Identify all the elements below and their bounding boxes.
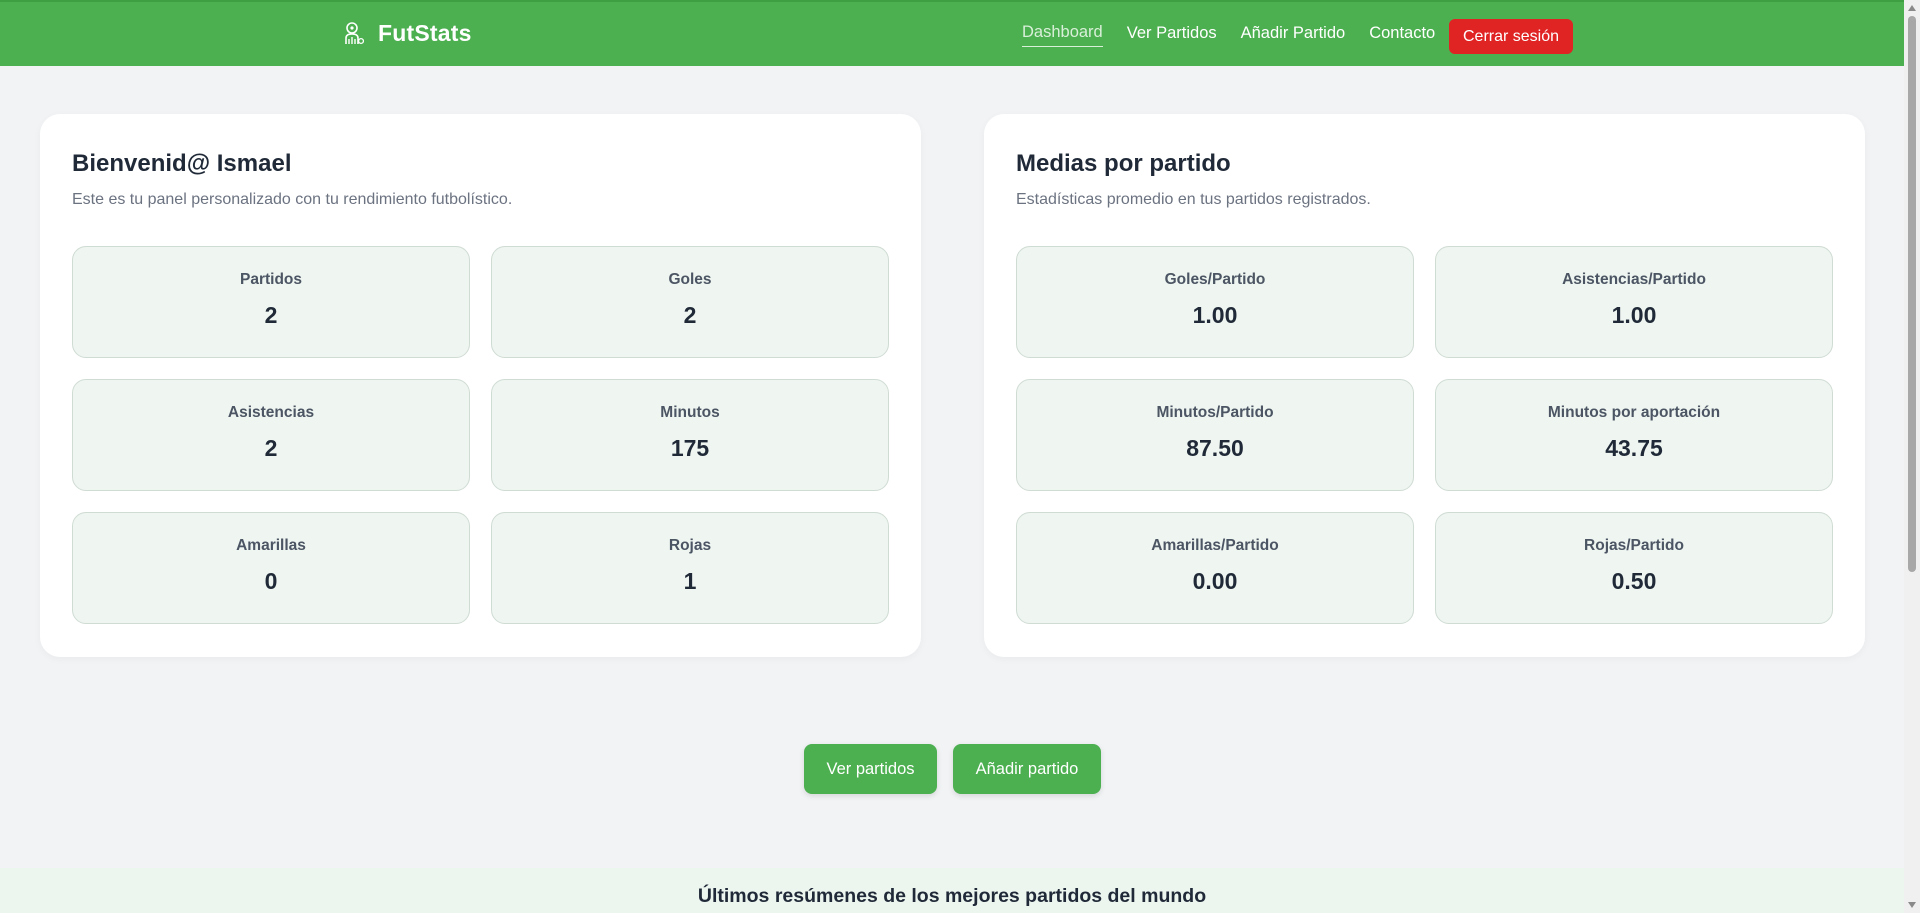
nav-link-ver-partidos[interactable]: Ver Partidos [1127,24,1217,47]
top-navbar: FutStats Dashboard Ver Partidos Añadir P… [0,0,1904,66]
stat-card-goles-partido: Goles/Partido 1.00 [1016,246,1414,358]
stat-value: 43.75 [1605,435,1663,461]
stat-label: Goles/Partido [1164,271,1266,288]
stat-card-minutos: Minutos 175 [491,379,889,491]
stat-value: 0.50 [1611,568,1657,594]
stat-card-goles: Goles 2 [491,246,889,358]
stat-label: Rojas [668,537,712,554]
stat-card-minutos-partido: Minutos/Partido 87.50 [1016,379,1414,491]
averages-stat-grid: Goles/Partido 1.00 Asistencias/Partido 1… [1016,246,1833,624]
averages-subtitle: Estadísticas promedio en tus partidos re… [1016,191,1371,208]
stat-label: Minutos [660,404,720,421]
scroll-up-arrow-icon[interactable] [1908,5,1916,11]
stat-value: 87.50 [1186,435,1244,461]
brand-name: FutStats [378,20,472,46]
welcome-panel: Bienvenid@ Ismael Este es tu panel perso… [40,114,921,657]
stat-label: Minutos/Partido [1156,404,1274,421]
highlights-section: Últimos resúmenes de los mejores partido… [0,868,1904,913]
stat-value: 2 [264,435,278,461]
welcome-subtitle: Este es tu panel personalizado con tu re… [72,191,513,208]
view-matches-button[interactable]: Ver partidos [804,744,937,794]
totals-stat-grid: Partidos 2 Goles 2 Asistencias 2 Minutos… [72,246,889,624]
stat-value: 2 [683,302,697,328]
stat-label: Rojas/Partido [1584,537,1684,554]
stat-label: Asistencias [227,404,315,421]
scrollbar-thumb[interactable] [1908,16,1916,572]
stat-label: Asistencias/Partido [1562,271,1706,288]
brand[interactable]: FutStats [342,20,472,47]
page-scrollbar[interactable] [1904,0,1920,913]
stat-label: Minutos por aportación [1547,404,1721,421]
stat-card-amarillas: Amarillas 0 [72,512,470,624]
stat-label: Amarillas/Partido [1151,537,1279,554]
nav-link-anadir-partido[interactable]: Añadir Partido [1241,24,1346,47]
highlights-title: Últimos resúmenes de los mejores partido… [697,885,1207,907]
stat-label: Goles [668,271,712,288]
football-player-icon [345,21,364,44]
stat-value: 175 [670,435,710,461]
add-match-button[interactable]: Añadir partido [953,744,1101,794]
stat-value: 1.00 [1611,302,1657,328]
stat-label: Amarillas [236,537,306,554]
stat-value: 2 [264,302,278,328]
averages-title: Medias por partido [1016,150,1231,177]
main-nav: Dashboard Ver Partidos Añadir Partido Co… [1022,23,1435,47]
stat-card-minutos-aportacion: Minutos por aportación 43.75 [1435,379,1833,491]
welcome-title: Bienvenid@ Ismael [72,150,292,177]
stat-card-amarillas-partido: Amarillas/Partido 0.00 [1016,512,1414,624]
nav-link-dashboard[interactable]: Dashboard [1022,23,1103,47]
stat-label: Partidos [239,271,302,288]
stat-card-asistencias-partido: Asistencias/Partido 1.00 [1435,246,1833,358]
scroll-down-arrow-icon[interactable] [1908,902,1916,908]
action-buttons: Ver partidos Añadir partido [804,744,1101,794]
stat-value: 1 [683,568,697,594]
stat-card-rojas: Rojas 1 [491,512,889,624]
stat-value: 1.00 [1192,302,1238,328]
stat-value: 0.00 [1192,568,1238,594]
averages-panel: Medias por partido Estadísticas promedio… [984,114,1865,657]
stat-card-rojas-partido: Rojas/Partido 0.50 [1435,512,1833,624]
stat-card-partidos: Partidos 2 [72,246,470,358]
stat-card-asistencias: Asistencias 2 [72,379,470,491]
nav-link-contacto[interactable]: Contacto [1369,24,1435,47]
logout-button[interactable]: Cerrar sesión [1449,19,1573,54]
stat-value: 0 [264,568,278,594]
